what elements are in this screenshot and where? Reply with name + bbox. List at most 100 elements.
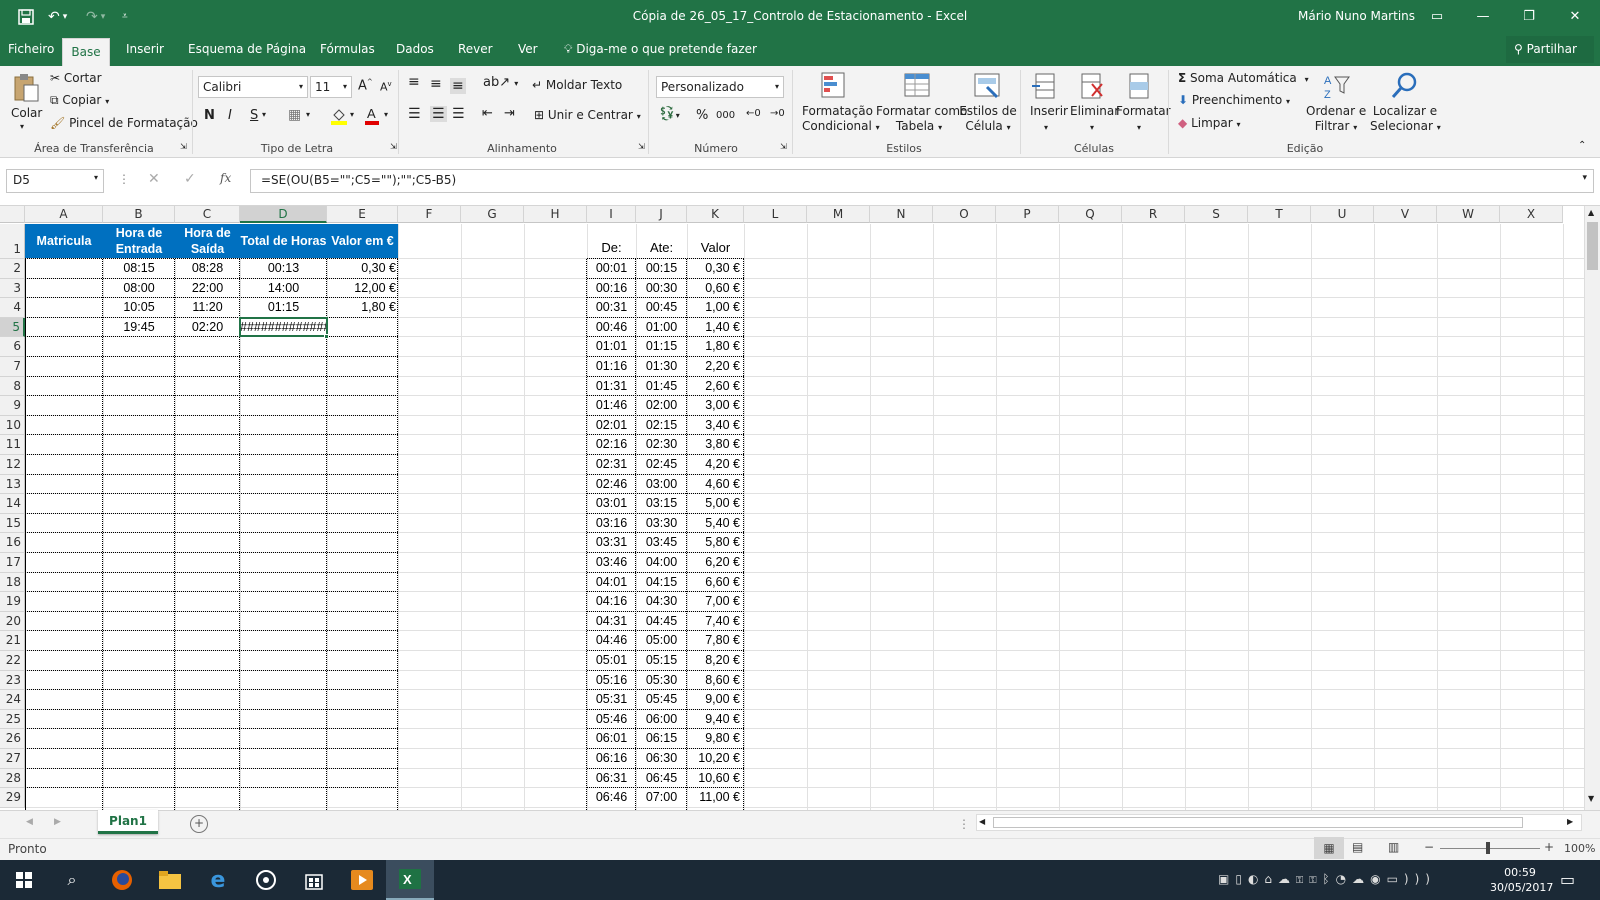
increase-indent-icon[interactable]: ⇥ [504,106,515,121]
price-cell-k25[interactable]: 9,40 € [687,710,744,730]
scroll-right-icon[interactable]: ▶ [1567,817,1573,826]
price-cell-j11[interactable]: 02:30 [636,435,687,455]
main-header-1[interactable]: Matricula [25,224,103,258]
price-cell-i28[interactable]: 06:31 [587,769,636,789]
movies-icon[interactable] [338,860,386,900]
price-cell-j27[interactable]: 06:30 [636,749,687,769]
price-cell-i10[interactable]: 02:01 [587,416,636,436]
price-cell-k17[interactable]: 6,20 € [687,553,744,573]
align-middle-icon[interactable]: ≡ [430,76,442,92]
clipboard-launcher-icon[interactable]: ⇲ [180,142,187,151]
find-select-button[interactable]: Localizar e Selecionar ▾ [1370,104,1441,135]
excel-taskbar-icon[interactable]: X [386,860,434,900]
price-cell-i7[interactable]: 01:16 [587,357,636,377]
align-center-icon[interactable]: ☰ [430,106,447,122]
price-cell-k28[interactable]: 10,60 € [687,769,744,789]
tab-formulas[interactable]: Fórmulas [314,33,381,66]
price-cell-k29[interactable]: 11,00 € [687,788,744,808]
price-cell-k2[interactable]: 0,30 € [687,259,744,279]
firefox-icon[interactable] [98,860,146,900]
row-header-19[interactable]: 19 [0,592,25,612]
row-header-5[interactable]: 5 [0,317,25,338]
price-cell-k10[interactable]: 3,40 € [687,416,744,436]
price-cell-k8[interactable]: 2,60 € [687,377,744,397]
main-cell-b5[interactable]: 19:45 [103,318,175,338]
row-header-13[interactable]: 13 [0,474,25,495]
price-cell-j14[interactable]: 03:15 [636,494,687,514]
confirm-entry-icon[interactable]: ✓ [184,171,196,187]
grow-font-icon[interactable]: A^ [358,78,373,93]
column-header-f[interactable]: F [398,206,461,223]
next-sheet-icon[interactable]: ▶ [54,817,61,827]
align-bottom-icon[interactable]: ≡ [450,78,466,94]
price-cell-i27[interactable]: 06:16 [587,749,636,769]
price-cell-j9[interactable]: 02:00 [636,396,687,416]
media-player-icon[interactable] [242,860,290,900]
column-header-c[interactable]: C [175,206,240,223]
delete-cells-icon[interactable] [1076,70,1106,102]
price-cell-i19[interactable]: 04:16 [587,592,636,612]
column-header-n[interactable]: N [870,206,933,223]
column-header-g[interactable]: G [461,206,524,223]
price-cell-i25[interactable]: 05:46 [587,710,636,730]
decrease-indent-icon[interactable]: ⇤ [482,106,493,121]
main-cell-d4[interactable]: 01:15 [240,298,327,318]
ribbon-display-icon[interactable]: ▭ [1414,0,1460,33]
row-header-10[interactable]: 10 [0,415,25,436]
price-cell-i14[interactable]: 03:01 [587,494,636,514]
font-name-select[interactable]: Calibri ▾ [198,76,308,98]
price-cell-j8[interactable]: 01:45 [636,377,687,397]
minimize-icon[interactable]: — [1460,0,1506,33]
scroll-thumb[interactable] [1587,222,1598,270]
price-cell-k18[interactable]: 6,60 € [687,573,744,593]
number-launcher-icon[interactable]: ⇲ [780,142,787,151]
horizontal-scrollbar[interactable]: ◀ ▶ [976,814,1582,831]
accounting-format-icon[interactable]: 💱︎▾ [658,106,680,122]
column-header-m[interactable]: M [807,206,870,223]
main-cell-d2[interactable]: 00:13 [240,259,327,279]
price-cell-j18[interactable]: 04:15 [636,573,687,593]
insert-cells-button[interactable]: Inserir ▾ [1030,104,1068,135]
price-cell-j25[interactable]: 06:00 [636,710,687,730]
price-cell-j15[interactable]: 03:30 [636,514,687,534]
price-cell-j26[interactable]: 06:15 [636,729,687,749]
increase-decimal-icon[interactable]: ←0 [746,108,761,119]
price-cell-k9[interactable]: 3,00 € [687,396,744,416]
price-header-2[interactable]: Ate: [636,238,687,258]
format-cells-button[interactable]: Formatar ▾ [1116,104,1171,135]
sort-filter-icon[interactable]: AZ [1322,70,1354,102]
price-cell-i17[interactable]: 03:46 [587,553,636,573]
restore-icon[interactable]: ❐ [1506,0,1552,33]
column-header-d[interactable]: D [240,206,327,223]
paste-button[interactable]: Colar [11,106,42,120]
fill-button[interactable]: ⬇ Preenchimento ▾ [1178,93,1290,107]
font-launcher-icon[interactable]: ⇲ [390,142,397,151]
prev-sheet-icon[interactable]: ◀ [26,817,33,827]
column-header-p[interactable]: P [996,206,1059,223]
name-box[interactable]: D5 ▾ [6,169,104,193]
price-cell-i5[interactable]: 00:46 [587,318,636,338]
tab-inserir[interactable]: Inserir [120,33,170,66]
price-cell-k3[interactable]: 0,60 € [687,279,744,299]
column-header-s[interactable]: S [1185,206,1248,223]
price-cell-j24[interactable]: 05:45 [636,690,687,710]
row-header-6[interactable]: 6 [0,337,25,357]
borders-icon[interactable]: ▦ [288,107,301,123]
normal-view-icon[interactable]: ▦ [1314,837,1344,859]
price-cell-j19[interactable]: 04:30 [636,592,687,612]
merge-center-button[interactable]: ⊞ Unir e Centrar ▾ [534,108,641,122]
column-header-k[interactable]: K [687,206,744,223]
column-header-o[interactable]: O [933,206,996,223]
cut-button[interactable]: ✂ Cortar [50,71,102,85]
tell-me-search[interactable]: 💡︎ Diga-me o que pretende fazer [558,33,763,66]
price-cell-j6[interactable]: 01:15 [636,337,687,357]
price-cell-i12[interactable]: 02:31 [587,455,636,475]
italic-button[interactable]: I [228,108,232,123]
price-cell-k24[interactable]: 9,00 € [687,690,744,710]
row-header-20[interactable]: 20 [0,611,25,632]
format-as-table-button[interactable]: Formatar como Tabela ▾ [876,104,967,135]
align-right-icon[interactable]: ☰ [452,106,465,122]
bold-button[interactable]: N [204,108,215,123]
price-cell-k14[interactable]: 5,00 € [687,494,744,514]
price-cell-j3[interactable]: 00:30 [636,279,687,299]
